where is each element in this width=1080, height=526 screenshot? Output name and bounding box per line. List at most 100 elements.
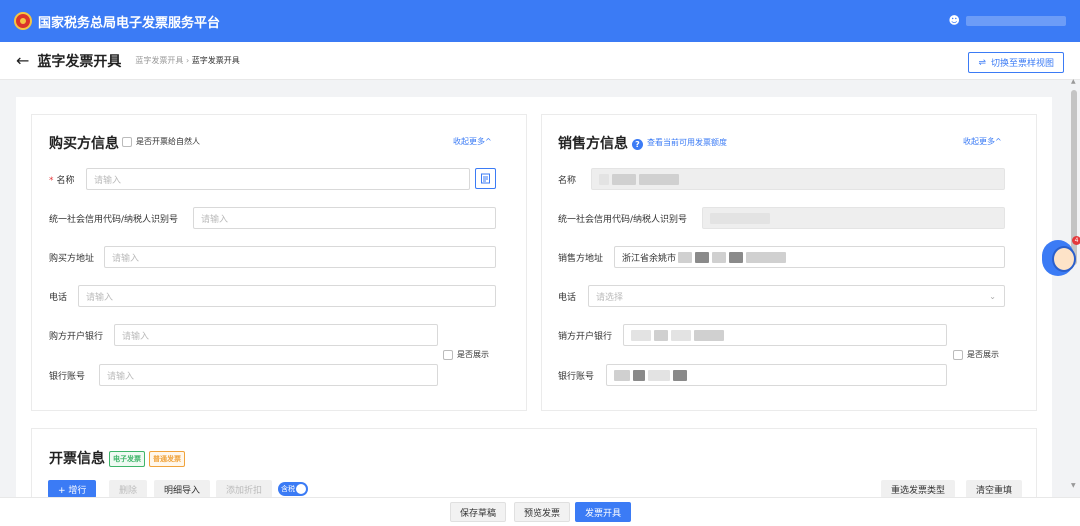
buyer-collapse-link[interactable]: 收起更多^ [453, 136, 492, 147]
user-icon: ☻ [948, 14, 960, 27]
masked-value [671, 329, 691, 341]
buyer-account-input[interactable]: 请输入 [99, 364, 438, 386]
app-title: 国家税务总局电子发票服务平台 [38, 15, 221, 31]
add-row-button[interactable]: + 增行 [48, 480, 97, 498]
masked-value [678, 251, 693, 263]
masked-value [673, 369, 687, 381]
clear-refill-button[interactable]: 清空重填 [966, 480, 1023, 498]
delete-button[interactable]: 删除 [109, 480, 148, 498]
buyer-show-checkbox[interactable] [443, 349, 453, 360]
page-scrollbar[interactable]: ▲ ▼ [1071, 78, 1077, 492]
seller-show-checkbox[interactable] [953, 349, 963, 360]
buyer-account-label: 银行账号 [49, 372, 86, 382]
buyer-name-placeholder: 请输入 [94, 175, 122, 186]
page-title: 蓝字发票开具 [37, 53, 122, 70]
seller-title: 销售方信息? [558, 133, 643, 153]
masked-value [648, 369, 670, 381]
buyer-bank-input[interactable]: 请输入 [114, 324, 438, 346]
masked-value [614, 369, 630, 381]
scroll-up-icon[interactable]: ▲ [1071, 78, 1076, 85]
masked-value [631, 329, 651, 341]
tag-normal-invoice: 普通发票 [149, 451, 185, 467]
seller-phone-select[interactable]: 请选择 ⌄ [588, 285, 1005, 307]
buyer-name-label: * 名称 [49, 173, 75, 186]
assistant-face-icon [1052, 246, 1076, 272]
main-content: 购买方信息 是否开票给自然人 收起更多^ * 名称 请输入 统一社会信用代码/纳税… [16, 97, 1052, 498]
seller-address-input[interactable]: 浙江省余姚市 [614, 246, 1005, 268]
buyer-phone-placeholder: 请输入 [86, 292, 114, 303]
switch-view-label: 切换至票样视图 [990, 59, 1054, 69]
buyer-phone-input[interactable]: 请输入 [78, 285, 496, 307]
add-discount-button[interactable]: 添加折扣 [216, 480, 273, 498]
buyer-card: 购买方信息 是否开票给自然人 收起更多^ * 名称 请输入 统一社会信用代码/纳税… [31, 114, 527, 411]
invoice-card: 开票信息 电子发票 普通发票 + 增行 删除 明细导入 添加折扣 含税 重选发票类型… [31, 428, 1037, 498]
preview-invoice-button[interactable]: 预览发票 [514, 502, 571, 522]
masked-value [654, 329, 668, 341]
buyer-title: 购买方信息 [49, 136, 119, 152]
invoice-title-text: 开票信息 [49, 451, 105, 467]
natural-person-label: 是否开票给自然人 [136, 137, 200, 146]
seller-name-input [591, 168, 1005, 190]
masked-value [746, 251, 787, 263]
masked-value [729, 251, 744, 263]
buyer-bank-placeholder: 请输入 [122, 331, 150, 342]
seller-phone-label: 电话 [558, 293, 577, 303]
masked-value [639, 173, 679, 185]
tax-included-toggle[interactable]: 含税 [278, 482, 308, 496]
masked-value [694, 329, 724, 341]
tax-emblem-logo [14, 12, 32, 30]
footer-actions: 保存草稿 预览发票 发票开具 [0, 497, 1080, 526]
notification-badge: 4 [1072, 236, 1080, 245]
buyer-name-label-text: 名称 [56, 176, 75, 186]
chevron-down-icon: ⌄ [989, 292, 996, 301]
buyer-credit-label: 统一社会信用代码/纳税人识别号 [49, 215, 179, 225]
scroll-down-icon[interactable]: ▼ [1071, 482, 1076, 489]
masked-value [695, 251, 710, 263]
seller-address-value: 浙江省余姚市 [622, 253, 677, 264]
quota-link[interactable]: 查看当前可用发票额度 [647, 137, 727, 148]
seller-phone-placeholder: 请选择 [596, 292, 624, 303]
breadcrumb-current: 蓝字发票开具 [191, 56, 240, 65]
page-header: ← 蓝字发票开具 蓝字发票开具 › 蓝字发票开具 ⇌ 切换至票样视图 [0, 42, 1080, 80]
seller-show-label: 是否展示 [967, 350, 999, 359]
buyer-address-input[interactable]: 请输入 [104, 246, 496, 268]
seller-account-label: 银行账号 [558, 372, 595, 382]
masked-value [633, 369, 645, 381]
back-arrow-icon[interactable]: ← [16, 51, 29, 70]
buyer-lookup-button[interactable] [475, 168, 496, 189]
seller-name-label: 名称 [558, 176, 577, 186]
buyer-show-option[interactable]: 是否展示 [443, 349, 489, 360]
required-marker: * [49, 176, 54, 186]
save-draft-button[interactable]: 保存草稿 [450, 502, 507, 522]
seller-collapse-link[interactable]: 收起更多^ [963, 136, 1002, 147]
seller-credit-label: 统一社会信用代码/纳税人识别号 [558, 215, 688, 225]
tag-electronic-invoice: 电子发票 [109, 451, 145, 467]
top-bar: 国家税务总局电子发票服务平台 ☻ [0, 0, 1080, 42]
issue-invoice-button[interactable]: 发票开具 [575, 502, 632, 522]
seller-account-input[interactable] [606, 364, 947, 386]
masked-value [599, 173, 609, 185]
breadcrumb-item[interactable]: 蓝字发票开具 [135, 56, 183, 65]
user-name-masked [966, 15, 1066, 26]
buyer-credit-input[interactable]: 请输入 [193, 207, 496, 229]
seller-card: 销售方信息? 查看当前可用发票额度 收起更多^ 名称 统一社会信用代码/纳税人识… [541, 114, 1037, 411]
buyer-phone-label: 电话 [49, 293, 68, 303]
buyer-bank-label: 购方开户银行 [49, 332, 104, 342]
masked-value [712, 251, 727, 263]
seller-title-text: 销售方信息 [558, 136, 628, 152]
seller-bank-input[interactable] [623, 324, 947, 346]
masked-value [612, 173, 636, 185]
help-icon[interactable]: ? [632, 138, 643, 150]
masked-value [710, 212, 770, 224]
seller-address-label: 销售方地址 [558, 254, 604, 264]
assistant-avatar[interactable]: 4 [1042, 236, 1080, 278]
buyer-name-input[interactable]: 请输入 [86, 168, 470, 190]
buyer-show-label: 是否展示 [457, 350, 489, 359]
natural-person-option[interactable]: 是否开票给自然人 [122, 136, 200, 147]
seller-show-option[interactable]: 是否展示 [953, 349, 999, 360]
switch-view-button[interactable]: ⇌ 切换至票样视图 [968, 52, 1064, 73]
natural-person-checkbox[interactable] [122, 136, 132, 147]
reselect-type-button[interactable]: 重选发票类型 [881, 480, 956, 498]
user-menu[interactable]: ☻ [949, 14, 1066, 27]
import-detail-button[interactable]: 明细导入 [154, 480, 211, 498]
